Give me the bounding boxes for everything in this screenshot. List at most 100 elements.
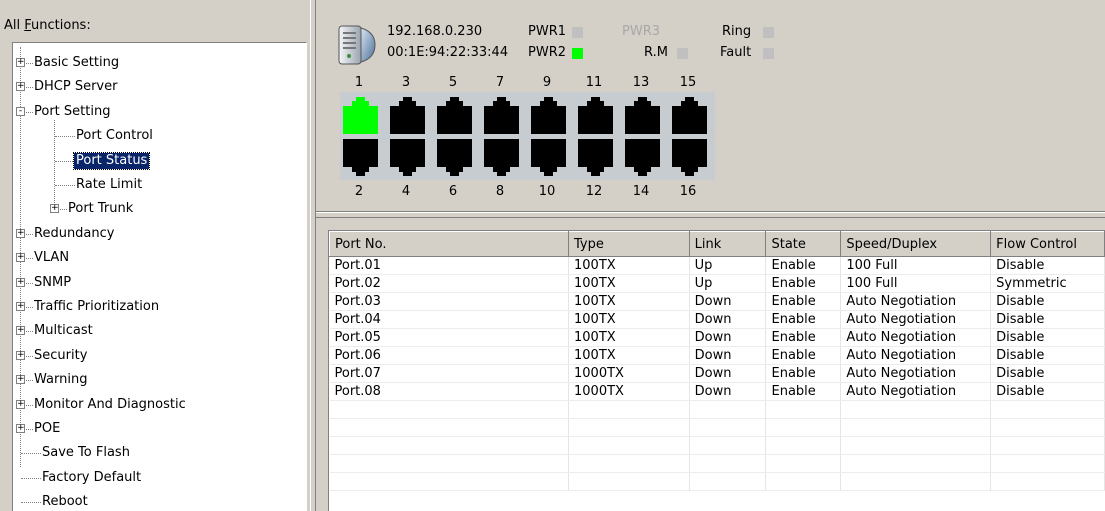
- function-tree[interactable]: + Basic Setting + DHCP Server - Port Setting P…: [12, 42, 307, 511]
- tree-collapse-icon[interactable]: -: [16, 106, 25, 116]
- empty-cell: [689, 436, 767, 455]
- column-header-port-no[interactable]: Port No.: [329, 231, 570, 257]
- tree-item-label: Security: [34, 347, 88, 363]
- ethernet-port-9-icon[interactable]: [528, 96, 569, 135]
- ethernet-port-15-icon[interactable]: [669, 96, 710, 135]
- empty-cell: [329, 436, 570, 455]
- port-number-label: 11: [585, 75, 603, 90]
- horizontal-splitter[interactable]: [316, 212, 1105, 218]
- tree-expand-icon[interactable]: +: [16, 326, 25, 336]
- ethernet-port-14-icon[interactable]: [622, 138, 663, 177]
- empty-cell: [329, 454, 570, 473]
- port-number-label: 9: [542, 75, 552, 90]
- tree-expand-icon[interactable]: +: [16, 302, 25, 311]
- tree-item-traffic-prioritization[interactable]: + Traffic Prioritization: [13, 296, 303, 318]
- tree-item-poe[interactable]: + POE: [13, 418, 303, 440]
- tree-expand-icon[interactable]: +: [16, 424, 25, 433]
- ethernet-port-7-icon[interactable]: [481, 96, 522, 135]
- table-cell: Port.02: [329, 274, 570, 293]
- pwr3-label: PWR3: [622, 24, 660, 39]
- tree-item-label: Warning: [34, 372, 88, 388]
- column-header-link[interactable]: Link: [688, 231, 767, 257]
- table-cell: Enable: [765, 346, 842, 365]
- tree-item-reboot[interactable]: Reboot: [13, 491, 303, 511]
- rm-led: [677, 48, 688, 59]
- tree-item-save-to-flash[interactable]: Save To Flash: [13, 442, 303, 464]
- tree-item-vlan[interactable]: + VLAN: [13, 247, 303, 269]
- tree-expand-icon[interactable]: +: [16, 82, 25, 92]
- ethernet-port-3-icon[interactable]: [387, 96, 428, 135]
- tree-expand-icon[interactable]: +: [16, 58, 25, 67]
- table-header-row: Port No. Type Link State Speed/Duplex Flow Co…: [329, 231, 1105, 257]
- empty-cell: [689, 454, 767, 473]
- table-row[interactable]: Port.03 100TX Down Enable Auto Negotiation Di…: [329, 292, 1105, 311]
- table-cell: Port.05: [329, 328, 570, 347]
- ethernet-port-12-icon[interactable]: [575, 138, 616, 177]
- tree-expand-icon[interactable]: +: [50, 204, 59, 214]
- table-cell: 100TX: [568, 310, 690, 329]
- empty-cell: [568, 454, 690, 473]
- tree-expand-icon[interactable]: +: [16, 253, 25, 263]
- tree-item-security[interactable]: + Security: [13, 345, 303, 367]
- table-row[interactable]: Port.06 100TX Down Enable Auto Negotiation Di…: [329, 346, 1105, 365]
- port-number-label: 15: [679, 75, 697, 90]
- ethernet-port-4-icon[interactable]: [387, 138, 428, 177]
- table-row[interactable]: Port.05 100TX Down Enable Auto Negotiation Di…: [329, 328, 1105, 347]
- table-cell: Disable: [990, 292, 1105, 311]
- table-cell: Port.03: [329, 292, 570, 311]
- ethernet-port-8-icon[interactable]: [481, 138, 522, 177]
- tree-item-dhcp-server[interactable]: + DHCP Server: [13, 76, 303, 98]
- table-cell: Disable: [990, 328, 1105, 347]
- ethernet-port-1-icon[interactable]: [340, 96, 381, 135]
- tree-item-snmp[interactable]: + SNMP: [13, 272, 303, 294]
- tree-item-warning[interactable]: + Warning: [13, 369, 303, 391]
- tree-expand-icon[interactable]: +: [16, 277, 25, 287]
- tree-item-label: VLAN: [34, 250, 70, 266]
- tree-item-port-control[interactable]: Port Control: [13, 125, 303, 147]
- ethernet-port-5-icon[interactable]: [434, 96, 475, 135]
- table-row[interactable]: Port.07 1000TX Down Enable Auto Negotiation D…: [329, 364, 1105, 383]
- tree-item-multicast[interactable]: + Multicast: [13, 320, 303, 342]
- ethernet-port-13-icon[interactable]: [622, 96, 663, 135]
- tree-item-monitor-and-diagnostic[interactable]: + Monitor And Diagnostic: [13, 394, 303, 416]
- tree-item-port-status[interactable]: Port Status: [13, 150, 303, 172]
- port-number-label: 7: [495, 75, 505, 90]
- ethernet-port-10-icon[interactable]: [528, 138, 569, 177]
- tree-item-port-setting[interactable]: - Port Setting: [13, 101, 303, 123]
- table-cell: Disable: [990, 310, 1105, 329]
- tree-expand-icon[interactable]: +: [16, 399, 25, 409]
- tree-item-label: SNMP: [34, 274, 72, 290]
- tree-item-label: DHCP Server: [34, 79, 118, 95]
- table-row[interactable]: Port.08 1000TX Down Enable Auto Negotiation D…: [329, 382, 1105, 401]
- ethernet-port-2-icon[interactable]: [340, 138, 381, 177]
- tree-item-label: Save To Flash: [42, 445, 130, 461]
- table-cell: Up: [689, 274, 767, 293]
- column-header-type[interactable]: Type: [568, 231, 690, 257]
- tree-item-port-trunk[interactable]: + Port Trunk: [13, 198, 303, 220]
- port-status-table[interactable]: Port No. Type Link State Speed/Duplex Flow Co…: [328, 230, 1105, 511]
- column-header-speed-duplex[interactable]: Speed/Duplex: [840, 231, 992, 257]
- table-row[interactable]: Port.02 100TX Up Enable 100 Full Symmetric: [329, 274, 1105, 293]
- ethernet-port-11-icon[interactable]: [575, 96, 616, 135]
- tree-item-rate-limit[interactable]: Rate Limit: [13, 174, 303, 196]
- ethernet-port-6-icon[interactable]: [434, 138, 475, 177]
- empty-table-row: [329, 418, 1105, 437]
- tree-expand-icon[interactable]: +: [16, 375, 25, 385]
- table-cell: Down: [689, 328, 767, 347]
- tree-item-redundancy[interactable]: + Redundancy: [13, 223, 303, 245]
- tree-expand-icon[interactable]: +: [16, 228, 25, 238]
- tree-item-factory-default[interactable]: Factory Default: [13, 467, 303, 489]
- empty-table-row: [329, 454, 1105, 473]
- table-cell: 100TX: [568, 292, 690, 311]
- tree-item-label: Redundancy: [34, 225, 115, 241]
- ethernet-port-16-icon[interactable]: [669, 138, 710, 177]
- table-row[interactable]: Port.04 100TX Down Enable Auto Negotiation Di…: [329, 310, 1105, 329]
- tree-item-basic-setting[interactable]: + Basic Setting: [13, 52, 303, 74]
- table-cell: Auto Negotiation: [840, 328, 992, 347]
- column-header-flow-control[interactable]: Flow Control: [990, 231, 1105, 257]
- table-row[interactable]: Port.01 100TX Up Enable 100 Full Disable: [329, 256, 1105, 275]
- empty-table-row: [329, 400, 1105, 419]
- tree-expand-icon[interactable]: +: [16, 350, 25, 360]
- empty-cell: [990, 400, 1105, 419]
- column-header-state[interactable]: State: [765, 231, 842, 257]
